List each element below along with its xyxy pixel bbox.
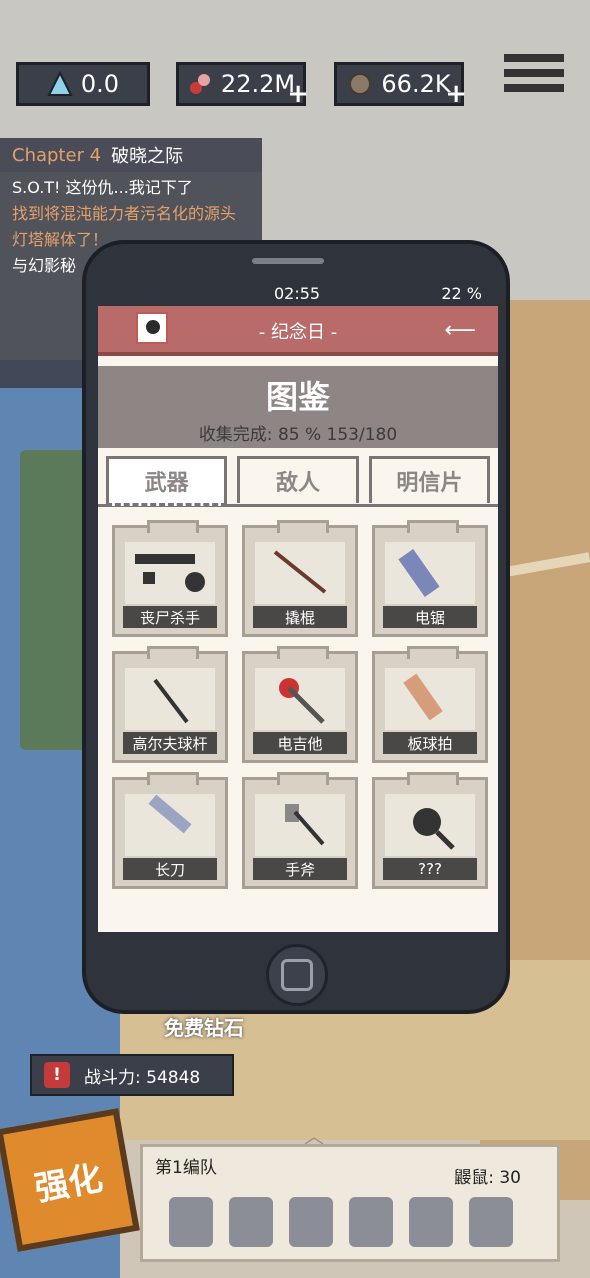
squad-members <box>169 1197 513 1247</box>
rat-count: 鼹鼠: 30 <box>454 1168 521 1188</box>
free-diamond-label[interactable]: 免费钻石 <box>164 1012 244 1041</box>
weapon-grid: 丧尸杀手 撬棍 电锯 高尔夫球杆 电吉他 板球拍 长刀 手斧 ??? <box>98 507 498 889</box>
crystal-counter: 0.0 <box>16 62 150 106</box>
cricket-bat-icon <box>385 668 475 730</box>
page-title: 图鉴 <box>265 378 330 416</box>
app-title: - 纪念日 - <box>258 322 338 343</box>
weapon-card[interactable]: 丧尸杀手 <box>112 520 228 637</box>
status-bar: 02:55 22 % <box>98 282 498 306</box>
weapon-card[interactable]: 长刀 <box>112 772 228 889</box>
long-blade-icon <box>125 794 215 856</box>
unknown-weapon-icon <box>385 794 475 856</box>
crystal-icon <box>47 71 73 96</box>
chapter-header: Chapter 4 破晓之际 <box>0 138 262 172</box>
quest-item[interactable]: S.O.T! 这份仇...我记下了 <box>0 172 262 198</box>
squad-name: 第1编队 <box>155 1158 217 1178</box>
member-avatar[interactable] <box>409 1197 453 1247</box>
collection-progress: 收集完成: 85 % 153/180 <box>198 425 398 445</box>
weapon-card[interactable]: 板球拍 <box>372 646 488 763</box>
chainsaw-icon <box>385 542 475 604</box>
phone-screen: 02:55 22 % - 纪念日 - ⟵ 图鉴 收集完成: 85 % 153/1… <box>98 282 498 932</box>
meat-icon <box>189 74 210 94</box>
upgrade-button[interactable]: 强化 <box>0 1108 140 1252</box>
coin-counter[interactable]: 66.2K + <box>334 62 467 109</box>
clock: 02:55 <box>274 284 321 303</box>
weapon-card[interactable]: 电吉他 <box>242 646 358 763</box>
chapter-title: 破晓之际 <box>111 146 184 167</box>
menu-icon <box>504 54 564 62</box>
quest-item[interactable]: 找到将混沌能力者污名化的源头 <box>0 198 262 224</box>
tab-bar: 武器 敌人 明信片 <box>98 448 498 507</box>
tab-postcards[interactable]: 明信片 <box>368 456 490 503</box>
member-avatar[interactable] <box>229 1197 273 1247</box>
app-bar: - 纪念日 - ⟵ <box>98 306 498 356</box>
phone-speaker <box>252 258 324 264</box>
meat-counter[interactable]: 22.2M + <box>176 62 309 109</box>
member-avatar[interactable] <box>349 1197 393 1247</box>
add-icon[interactable]: + <box>445 79 467 109</box>
electric-guitar-icon <box>255 668 345 730</box>
weapon-card[interactable]: 撬棍 <box>242 520 358 637</box>
hatchet-icon <box>255 794 345 856</box>
member-avatar[interactable] <box>469 1197 513 1247</box>
coin-icon <box>349 73 372 95</box>
phone-frame: 02:55 22 % - 纪念日 - ⟵ 图鉴 收集完成: 85 % 153/1… <box>82 240 510 1014</box>
crowbar-icon <box>255 542 345 604</box>
weapon-card[interactable]: 电锯 <box>372 520 488 637</box>
combat-power: ! 战斗力: 54848 <box>30 1054 234 1096</box>
squad-panel[interactable]: 第1编队 鼹鼠: 30 <box>140 1144 560 1262</box>
back-icon[interactable]: ⟵ <box>444 318 476 343</box>
member-avatar[interactable] <box>289 1197 333 1247</box>
weapon-card[interactable]: 手斧 <box>242 772 358 889</box>
tab-weapons[interactable]: 武器 <box>106 456 228 506</box>
menu-button[interactable] <box>504 54 564 100</box>
battery: 22 % <box>441 284 482 303</box>
weapon-card[interactable]: ??? <box>372 772 488 889</box>
home-icon <box>281 959 313 991</box>
zombie-killer-icon <box>125 542 215 604</box>
home-button[interactable] <box>266 944 328 1006</box>
golf-club-icon <box>125 668 215 730</box>
chapter-number: Chapter 4 <box>12 144 102 166</box>
encyclopedia-header: 图鉴 收集完成: 85 % 153/180 <box>98 366 498 448</box>
warning-icon: ! <box>44 1062 70 1088</box>
tab-enemies[interactable]: 敌人 <box>237 456 359 503</box>
add-icon[interactable]: + <box>287 79 309 109</box>
member-avatar[interactable] <box>169 1197 213 1247</box>
weapon-card[interactable]: 高尔夫球杆 <box>112 646 228 763</box>
